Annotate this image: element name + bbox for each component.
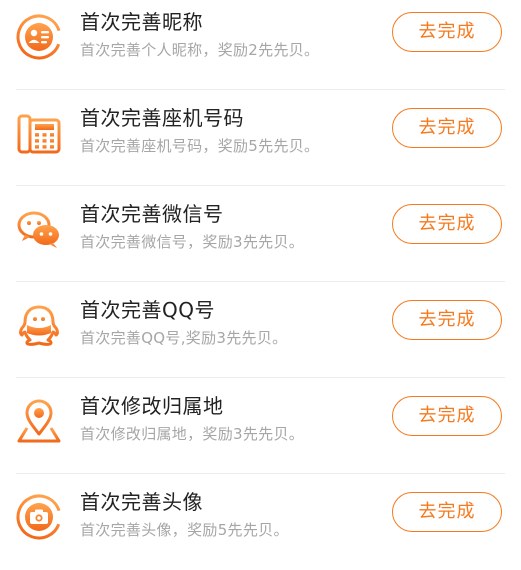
task-title: 首次完善头像 [80,490,203,514]
qq-icon [14,300,64,350]
task-description: 首次完善座机号码，奖励5先先贝。 [80,137,320,155]
task-title: 首次完善QQ号 [80,298,215,322]
task-title: 首次完善座机号码 [80,106,244,130]
complete-avatar-button[interactable]: 去完成 [392,492,502,532]
task-title: 首次完善昵称 [80,10,203,34]
task-description: 首次完善头像，奖励5先先贝。 [80,521,289,539]
camera-avatar-icon [14,492,64,542]
task-item-qq: 首次完善QQ号 首次完善QQ号,奖励3先先贝。 去完成 [0,282,521,378]
task-list: 首次完善昵称 首次完善个人昵称，奖励2先先贝。 去完成 首次完善座机号码 首次完… [0,0,521,567]
task-title: 首次完善微信号 [80,202,224,226]
task-title: 首次修改归属地 [80,394,224,418]
task-item-location: 首次修改归属地 首次修改归属地，奖励3先先贝。 去完成 [0,378,521,474]
complete-nickname-button[interactable]: 去完成 [392,12,502,52]
nickname-card-icon [14,12,64,62]
location-pin-icon [14,396,64,446]
task-item-avatar: 首次完善头像 首次完善头像，奖励5先先贝。 去完成 [0,474,521,570]
task-description: 首次修改归属地，奖励3先先贝。 [80,425,305,443]
task-item-landline: 首次完善座机号码 首次完善座机号码，奖励5先先贝。 去完成 [0,90,521,186]
complete-landline-button[interactable]: 去完成 [392,108,502,148]
complete-location-button[interactable]: 去完成 [392,396,502,436]
task-item-nickname: 首次完善昵称 首次完善个人昵称，奖励2先先贝。 去完成 [0,0,521,90]
task-description: 首次完善微信号，奖励3先先贝。 [80,233,305,251]
task-item-wechat: 首次完善微信号 首次完善微信号，奖励3先先贝。 去完成 [0,186,521,282]
complete-wechat-button[interactable]: 去完成 [392,204,502,244]
complete-qq-button[interactable]: 去完成 [392,300,502,340]
landline-phone-icon [14,108,64,158]
task-description: 首次完善个人昵称，奖励2先先贝。 [80,41,320,59]
wechat-icon [14,204,64,254]
task-description: 首次完善QQ号,奖励3先先贝。 [80,329,288,347]
